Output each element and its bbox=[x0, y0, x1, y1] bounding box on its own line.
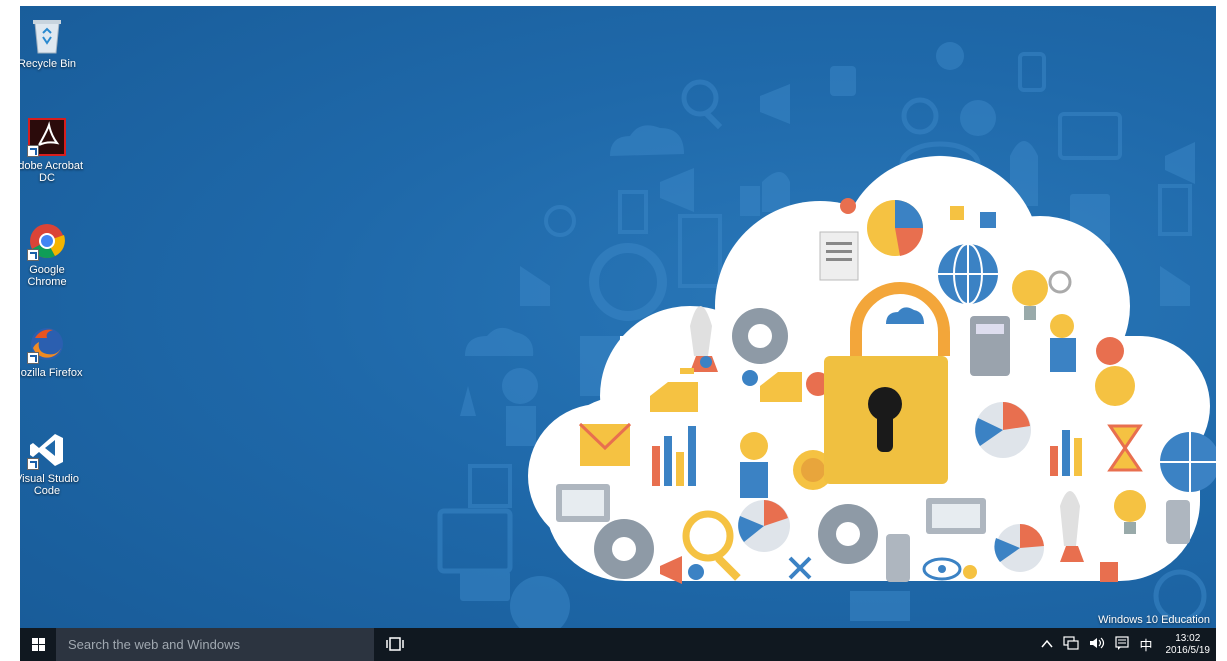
volume-icon[interactable] bbox=[1089, 636, 1105, 653]
clock-time: 13:02 bbox=[1175, 632, 1201, 644]
desktop-icon-recycle-bin[interactable]: Recycle Bin bbox=[20, 15, 84, 70]
search-box[interactable]: Search the web and Windows bbox=[56, 628, 374, 661]
chrome-icon bbox=[27, 221, 67, 261]
desktop[interactable]: Recycle Bin Adobe Acrobat DC Google Chro… bbox=[20, 6, 1216, 661]
desktop-icon-acrobat[interactable]: Adobe Acrobat DC bbox=[20, 117, 84, 184]
firefox-icon bbox=[27, 324, 67, 364]
network-icon[interactable] bbox=[1063, 636, 1080, 653]
clock-date: 2016/5/19 bbox=[1165, 644, 1211, 656]
desktop-icon-chrome[interactable]: Google Chrome bbox=[20, 221, 84, 288]
desktop-icon-firefox[interactable]: Mozilla Firefox bbox=[20, 324, 84, 379]
action-center-icon[interactable] bbox=[1115, 636, 1130, 653]
chevron-up-icon[interactable] bbox=[1041, 637, 1054, 652]
task-view-button[interactable] bbox=[386, 636, 404, 652]
windows-logo-icon bbox=[32, 638, 45, 651]
edition-watermark: Windows 10 Education bbox=[1098, 614, 1210, 626]
task-view-icon bbox=[386, 637, 404, 651]
vscode-icon bbox=[27, 430, 67, 470]
clock[interactable]: 13:02 2016/5/19 bbox=[1166, 633, 1211, 657]
desktop-icon-label: Google Chrome bbox=[27, 264, 67, 288]
desktop-icon-label: Recycle Bin bbox=[20, 58, 77, 70]
ime-indicator[interactable]: 中 bbox=[1139, 635, 1152, 654]
taskbar: Search the web and Windows 中 13:02 2016/… bbox=[20, 628, 1216, 661]
desktop-icon-vscode[interactable]: Visual Studio Code bbox=[20, 430, 84, 497]
start-button[interactable] bbox=[20, 628, 56, 661]
system-tray: 中 13:02 2016/5/19 bbox=[1036, 628, 1210, 661]
desktop-icon-label: Visual Studio Code bbox=[20, 473, 79, 497]
recycle-bin-icon bbox=[27, 15, 67, 55]
desktop-icon-label: Adobe Acrobat DC bbox=[20, 160, 84, 184]
desktop-icon-label: Mozilla Firefox bbox=[20, 367, 83, 379]
acrobat-icon bbox=[27, 117, 67, 157]
wallpaper bbox=[437, 42, 1216, 628]
